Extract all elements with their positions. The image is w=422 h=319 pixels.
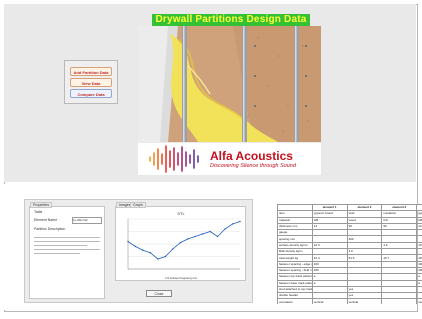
form-screenshot: Properties Table Element Name 1L-RE-CW P… bbox=[24, 199, 253, 303]
brand-name: Alfa Acoustics bbox=[210, 149, 293, 163]
view-data-button[interactable]: View Data bbox=[70, 78, 112, 87]
table-cell: 18.4 bbox=[416, 254, 422, 262]
chart-point bbox=[149, 252, 152, 254]
brand-logo: Alfa Acoustics Discovering Silence throu… bbox=[138, 143, 321, 175]
chart-point bbox=[187, 238, 189, 240]
table-cell: 10.1 bbox=[416, 241, 422, 250]
chart-point bbox=[231, 223, 234, 225]
chart-point bbox=[157, 258, 159, 260]
data-table-container: element 1element 2element 3element 4 Ite… bbox=[277, 204, 422, 304]
stl-chart: STL 1/3 Octave Frequency Hz bbox=[127, 211, 241, 280]
data-table: element 1element 2element 3element 4 Ite… bbox=[277, 204, 422, 304]
brand-tagline: Discovering Silence through Sound bbox=[210, 163, 296, 169]
properties-tab[interactable]: Properties bbox=[30, 202, 52, 208]
chart-x-axis-label: 1/3 Octave Frequency Hz bbox=[165, 276, 197, 280]
chart-panel: Images Graph STL 1/3 Octave Frequency Hz bbox=[115, 202, 246, 281]
partition-description-label: Partition Description bbox=[34, 227, 66, 231]
element-name-label: Element Name bbox=[34, 218, 58, 222]
table-cell: 400 bbox=[416, 260, 422, 268]
table-cell: vertical bbox=[346, 298, 383, 304]
stl-series-line bbox=[127, 221, 241, 260]
drywall-illustration bbox=[138, 26, 321, 142]
button-group: Add Partition Data View Data Compare Dat… bbox=[64, 60, 118, 104]
chart-point bbox=[172, 248, 174, 250]
add-partition-data-button[interactable]: Add Partition Data bbox=[70, 67, 112, 76]
chart-point bbox=[201, 233, 204, 235]
properties-panel: Properties Table Element Name 1L-RE-CW P… bbox=[29, 202, 105, 299]
tab-graph[interactable]: Graph bbox=[130, 202, 146, 208]
table-cell: surface density kg/m² bbox=[277, 241, 313, 250]
table-cell bbox=[381, 298, 418, 304]
page-title: Drywall Partitions Design Data bbox=[152, 14, 310, 26]
table-cell: GB bbox=[416, 216, 422, 224]
element-name-input[interactable]: 1L-RE-CW bbox=[72, 217, 102, 224]
chart-point bbox=[216, 235, 219, 238]
chart-point bbox=[209, 230, 211, 233]
chart-title: STL bbox=[177, 211, 185, 216]
chart-point bbox=[134, 245, 137, 248]
table-cell: 13 bbox=[416, 222, 422, 231]
chart-point bbox=[239, 220, 241, 223]
chart-point bbox=[164, 255, 167, 258]
chart-point bbox=[194, 235, 196, 238]
chart-point bbox=[142, 249, 144, 251]
chart-point bbox=[127, 240, 129, 243]
table-cell: vertical bbox=[311, 298, 348, 304]
chart-point bbox=[179, 242, 181, 244]
table-cell: stud attached to top track bbox=[277, 285, 313, 294]
table-cell: fastener top track pattern bbox=[277, 273, 313, 281]
table-cell: gypsum board bbox=[416, 210, 422, 218]
chart-point bbox=[224, 228, 226, 230]
compare-data-button[interactable]: Compare Data bbox=[70, 89, 112, 98]
close-button[interactable]: Close bbox=[146, 290, 172, 297]
table-cell: fastener spacing - field mm bbox=[277, 266, 313, 275]
sound-wave-icon bbox=[149, 145, 199, 173]
table-cell: fastener base track pattern bbox=[277, 279, 313, 287]
table-cell: fastener spacing - edge mm bbox=[277, 260, 313, 268]
table-tab[interactable]: Table bbox=[34, 210, 42, 214]
description-text bbox=[34, 234, 100, 254]
table-cell: 400 bbox=[416, 266, 422, 275]
table-cell: orientation bbox=[277, 298, 313, 304]
table-cell: vertical bbox=[416, 298, 422, 304]
table-row: orientationverticalverticalvertical bbox=[277, 298, 422, 304]
